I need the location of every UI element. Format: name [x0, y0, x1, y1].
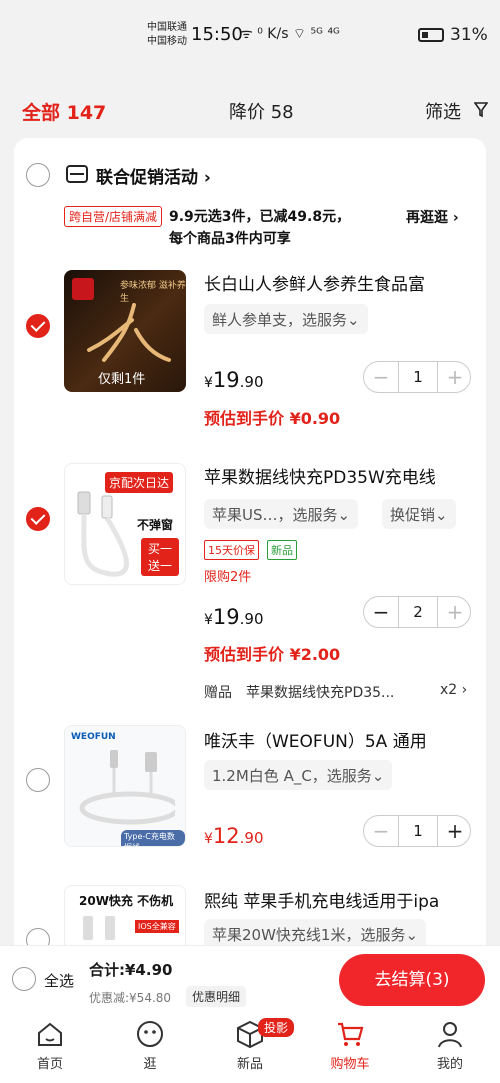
promo-text: 9.9元选3件，已减49.8元， 每个商品3件内可享	[169, 209, 351, 247]
brand-logo	[72, 278, 94, 300]
thumb-brand: WEOFUN	[71, 732, 116, 742]
carrier-2: 中国移动	[147, 36, 187, 47]
checkout-button[interactable]: 去结算(3)	[339, 954, 485, 1006]
nav-browse-label: 逛	[143, 1057, 157, 1072]
status-bar: 中国联通 中国移动 15:50 ᯤ ⁰ K/s ⌔ ⁵ᴳ ⁴ᴳ 31%	[0, 0, 500, 70]
increase-button[interactable]: +	[438, 362, 472, 392]
spec-selector[interactable]: 1.2M白色 A_C，选服务⌄	[204, 760, 393, 790]
product-image[interactable]: WEOFUN Type-C充电数据线	[64, 725, 186, 847]
change-promotion-button[interactable]: 换促销⌄	[382, 499, 456, 529]
ginseng-illustration	[87, 303, 171, 362]
browse-icon	[137, 1021, 163, 1047]
gift-label: 赠品	[204, 685, 232, 701]
tab-all[interactable]: 全部 147	[22, 98, 106, 125]
stock-overlay: 仅剩1件	[98, 372, 146, 387]
select-all-label[interactable]: 全选	[44, 970, 74, 991]
product-title[interactable]: 熙纯 苹果手机充电线适用于ipa	[204, 887, 474, 912]
product-image[interactable]: 京配次日达 不弹窗 买一送一	[64, 463, 186, 585]
decrease-button[interactable]: −	[364, 597, 398, 627]
thumb-text: 不弹窗	[137, 518, 174, 532]
decrease-button[interactable]: −	[364, 816, 398, 846]
item-checkbox[interactable]	[26, 314, 50, 338]
filter-button[interactable]: 筛选	[425, 98, 461, 124]
product-price: ¥19.90	[204, 368, 264, 392]
product-title[interactable]: 苹果数据线快充PD35W充电线	[204, 463, 474, 488]
estimated-price: 预估到手价 ¥2.00	[204, 645, 341, 664]
discount-detail-button[interactable]: 优惠明细	[186, 986, 247, 1007]
bottom-nav: 首页 逛 新品 购物车 我的	[0, 1013, 500, 1083]
nav-browse[interactable]: 逛	[115, 1019, 185, 1072]
tab-price-drop[interactable]: 降价 58	[229, 98, 294, 124]
carrier-info: 中国联通 中国移动	[147, 21, 187, 49]
browse-more-link[interactable]: 再逛逛 ›	[406, 207, 459, 227]
battery-percent: 31%	[450, 25, 488, 45]
thumb-text: 20W快充 不伤机	[79, 894, 174, 908]
item-checkbox[interactable]	[26, 768, 50, 792]
decrease-button[interactable]: −	[364, 362, 398, 392]
product-image[interactable]: 参味浓郁 滋补养生 仅剩1件	[64, 270, 186, 392]
battery-icon	[418, 28, 444, 42]
quantity-input[interactable]: 2	[398, 597, 438, 627]
network-icons: ᯤ ⁰ K/s ⌔ ⁵ᴳ ⁴ᴳ	[240, 26, 340, 42]
quantity-stepper: − 2 +	[363, 596, 471, 628]
home-icon	[38, 1022, 62, 1046]
price-protect-tag: 15天价保	[204, 540, 259, 560]
total-amount: 合计:¥4.90	[89, 961, 173, 979]
promotion-icon	[66, 165, 88, 183]
cart-card: 联合促销活动 › 跨自营/店铺满减 9.9元选3件，已减49.8元， 每个商品3…	[14, 138, 486, 1008]
nav-mine-label: 我的	[436, 1057, 463, 1072]
purchase-limit: 限购2件	[204, 570, 252, 585]
nav-home[interactable]: 首页	[15, 1019, 85, 1072]
product-price: ¥19.90	[204, 605, 264, 629]
promo-group-checkbox[interactable]	[26, 163, 50, 187]
nav-new-label: 新品	[236, 1057, 263, 1072]
bogo-badge: 买一送一	[141, 538, 179, 576]
new-badge: 投影	[258, 1018, 295, 1037]
gift-name[interactable]: 苹果数据线快充PD35...	[246, 682, 394, 702]
select-all-checkbox[interactable]	[12, 967, 36, 991]
item-checkbox[interactable]	[26, 507, 50, 531]
discount-amount: 优惠减:¥54.80	[89, 991, 172, 1005]
nav-home-label: 首页	[36, 1057, 63, 1072]
cable-illustration	[79, 750, 175, 825]
new-tag: 新品	[267, 540, 297, 560]
product-title[interactable]: 长白山人参鲜人参养生食品富	[204, 270, 474, 295]
quantity-input[interactable]: 1	[398, 816, 438, 846]
clock: 15:50	[191, 24, 243, 45]
cart-icon	[338, 1022, 364, 1046]
quantity-stepper: − 1 +	[363, 815, 471, 847]
estimated-price: 预估到手价 ¥0.90	[204, 409, 341, 428]
promo-title[interactable]: 联合促销活动 ›	[96, 163, 211, 188]
carrier-1: 中国联通	[147, 22, 187, 33]
filter-icon[interactable]	[474, 102, 488, 118]
cable-illustration	[77, 491, 129, 577]
product-title[interactable]: 唯沃丰（WEOFUN）5A 通用	[204, 727, 474, 752]
thumb-badge: IOS全兼容	[135, 920, 179, 933]
thumb-caption: Type-C充电数据线	[121, 830, 185, 846]
quantity-input[interactable]: 1	[398, 362, 438, 392]
checkout-bar: 全选 合计:¥4.90 优惠减:¥54.80 优惠明细 去结算(3)	[0, 945, 500, 1013]
gift-quantity[interactable]: x2 ›	[440, 682, 467, 698]
nav-cart-label: 购物车	[330, 1057, 370, 1072]
user-icon	[438, 1022, 462, 1048]
spec-selector[interactable]: 鲜人参单支，选服务⌄	[204, 304, 368, 334]
nav-mine[interactable]: 我的	[415, 1019, 485, 1072]
quantity-stepper: − 1 +	[363, 361, 471, 393]
increase-button[interactable]: +	[438, 816, 472, 846]
increase-button[interactable]: +	[438, 597, 472, 627]
promo-tag: 跨自营/店铺满减	[64, 206, 163, 227]
nav-cart[interactable]: 购物车	[315, 1019, 385, 1072]
cart-tabs: 全部 147 降价 58 筛选	[0, 92, 500, 128]
product-price: ¥12.90	[204, 824, 264, 848]
spec-selector[interactable]: 苹果US…，选服务⌄	[204, 499, 359, 529]
